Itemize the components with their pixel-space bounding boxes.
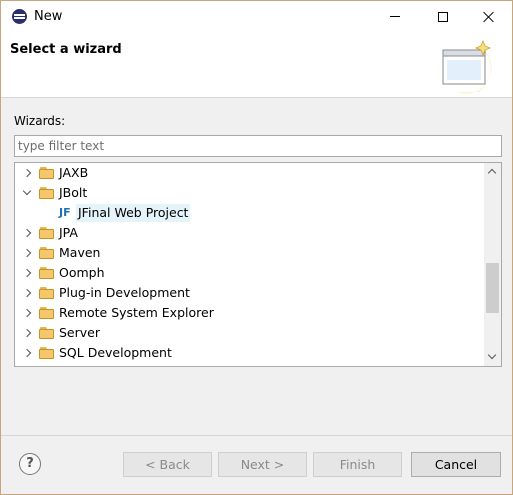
tree-item-label: JBolt (59, 185, 88, 200)
folder-icon (39, 327, 55, 339)
tree-item-remote-system-explorer[interactable]: Remote System Explorer (15, 303, 483, 323)
close-icon (483, 11, 495, 23)
help-button[interactable]: ? (19, 453, 41, 475)
finish-button[interactable]: Finish (313, 452, 402, 477)
tree-item-label: Remote System Explorer (59, 305, 214, 320)
wizard-tree[interactable]: JAXB JBolt JF JFinal Web Project JPA Mav… (14, 162, 502, 367)
title-bar[interactable]: New (1, 1, 512, 32)
chevron-right-icon[interactable] (21, 307, 33, 319)
tree-item-label: SQL Development (59, 345, 172, 360)
tree-item-jfinal-web-project[interactable]: JF JFinal Web Project (15, 203, 483, 223)
tree-item-label: Oomph (59, 265, 105, 280)
chevron-right-icon[interactable] (21, 247, 33, 259)
tree-item-label: Plug-in Development (59, 285, 190, 300)
minimize-button[interactable] (372, 1, 418, 32)
tree-item-plug-in-development[interactable]: Plug-in Development (15, 283, 483, 303)
folder-icon (39, 167, 55, 179)
eclipse-icon (12, 9, 27, 24)
tree-item-label: JAXB (59, 165, 89, 180)
minimize-icon (390, 16, 400, 17)
close-button[interactable] (466, 1, 512, 32)
chevron-right-icon[interactable] (21, 327, 33, 339)
tree-item-label: Maven (59, 245, 101, 260)
maximize-icon (438, 11, 448, 22)
tree-item-jpa[interactable]: JPA (15, 223, 483, 243)
folder-icon (39, 287, 55, 299)
tree-item-label: JFinal Web Project (76, 204, 191, 222)
back-button[interactable]: < Back (123, 452, 212, 477)
chevron-right-icon[interactable] (21, 267, 33, 279)
next-button[interactable]: Next > (218, 452, 307, 477)
folder-icon (39, 227, 55, 239)
tree-item-oomph[interactable]: Oomph (15, 263, 483, 283)
scroll-down-icon[interactable] (484, 349, 501, 366)
folder-icon (39, 347, 55, 359)
folder-icon (39, 267, 55, 279)
folder-icon (39, 247, 55, 259)
tree-item-sql-development[interactable]: SQL Development (15, 343, 483, 363)
tree-item-maven[interactable]: Maven (15, 243, 483, 263)
tree-item-jaxb[interactable]: JAXB (15, 163, 483, 183)
footer-divider (1, 435, 512, 436)
banner-title: Select a wizard (10, 42, 122, 57)
tree-scrollbar[interactable] (484, 163, 501, 366)
maximize-button[interactable] (420, 1, 466, 32)
folder-icon (39, 187, 55, 199)
tree-item-jbolt[interactable]: JBolt (15, 183, 483, 203)
chevron-right-icon[interactable] (21, 227, 33, 239)
tree-item-label: JPA (59, 225, 78, 240)
cancel-button[interactable]: Cancel (411, 452, 501, 477)
chevron-down-icon[interactable] (21, 187, 33, 199)
scroll-thumb[interactable] (486, 263, 499, 313)
chevron-right-icon[interactable] (21, 287, 33, 299)
tree-item-label: Server (59, 325, 100, 340)
scroll-up-icon[interactable] (484, 163, 501, 180)
tree-item-server[interactable]: Server (15, 323, 483, 343)
new-wizard-dialog: New Select a wizard Wizards: JAXB (0, 0, 513, 495)
chevron-right-icon[interactable] (21, 347, 33, 359)
wizards-label: Wizards: (14, 114, 66, 128)
new-wizard-icon (442, 39, 492, 94)
wizard-banner: Select a wizard (1, 32, 512, 98)
folder-icon (39, 307, 55, 319)
filter-input[interactable] (14, 135, 502, 157)
jfinal-icon: JF (59, 206, 71, 219)
chevron-right-icon[interactable] (21, 167, 33, 179)
window-title: New (34, 9, 63, 24)
